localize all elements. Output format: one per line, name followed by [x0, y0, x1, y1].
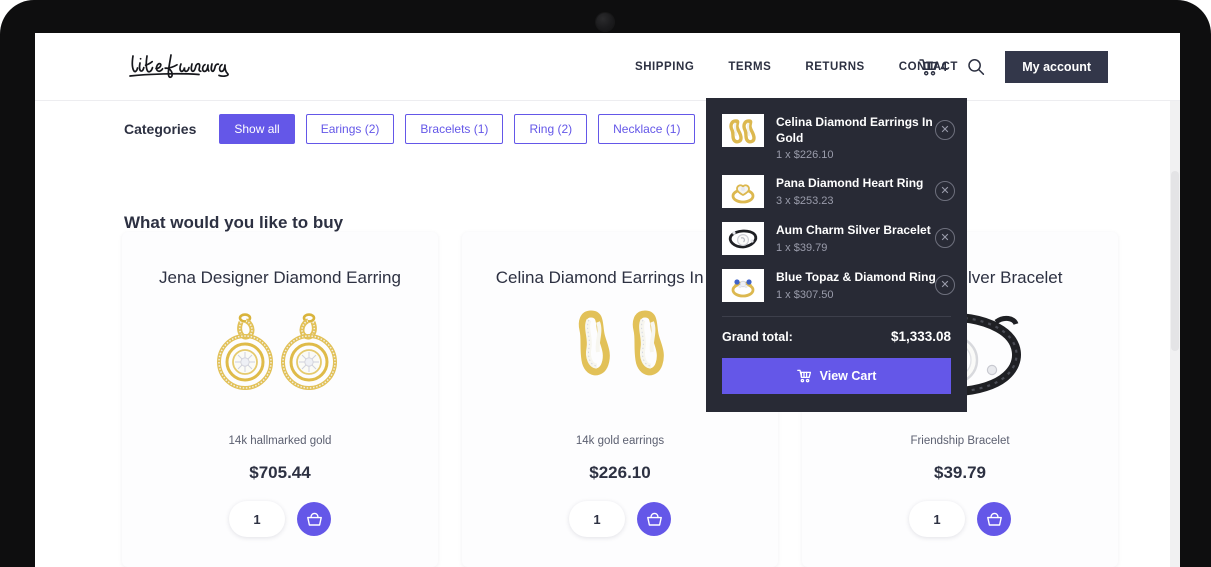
cart-total-label: Grand total:	[722, 329, 793, 344]
categories-label: Categories	[124, 121, 197, 137]
cart-line-item: Aum Charm Silver Bracelet 1 x $39.79 ✕	[722, 222, 955, 256]
product-controls	[229, 501, 331, 538]
black-cord-silver-charm-bracelet-icon	[728, 229, 758, 249]
product-grid: Jena Designer Diamond Earring 14k hallma…	[122, 232, 1118, 567]
cart-item-qty-price: 1 x $39.79	[776, 241, 828, 254]
cart-item-qty-price: 1 x $226.10	[776, 149, 834, 162]
category-chip-bracelets[interactable]: Bracelets (1)	[405, 114, 504, 144]
logo-script-mark	[129, 54, 229, 79]
cart-total-row: Grand total: $1,333.08	[722, 329, 951, 344]
cart-item-thumbnail	[722, 222, 764, 256]
product-subtitle: 14k gold earrings	[575, 435, 665, 448]
cart-item-remove-button[interactable]: ✕	[935, 228, 955, 249]
quantity-input[interactable]	[229, 501, 285, 538]
gold-diamond-circle-earrings-icon	[217, 313, 337, 391]
main-nav: SHIPPING TERMS RETURNS CONTACT	[635, 33, 958, 101]
cart-item-qty-price: 3 x $253.23	[776, 194, 834, 207]
category-chip-earings[interactable]: Earings (2)	[305, 114, 395, 144]
page-scrollbar-thumb[interactable]	[1171, 171, 1179, 351]
nav-item-shipping[interactable]: SHIPPING	[635, 61, 694, 73]
product-subtitle: Friendship Bracelet	[910, 435, 1010, 448]
cart-item-remove-button[interactable]: ✕	[935, 275, 955, 296]
nav-item-returns[interactable]: RETURNS	[805, 61, 864, 73]
cart-item-info: Celina Diamond Earrings In Gold 1 x $226…	[776, 114, 951, 161]
page-heading: What would you like to buy	[124, 213, 344, 232]
basket-icon	[986, 512, 1002, 526]
cart-item-thumbnail	[722, 269, 764, 303]
add-to-cart-button[interactable]	[637, 502, 671, 537]
blue-topaz-diamond-ring-icon	[731, 279, 755, 298]
cart-item-name: Celina Diamond Earrings In Gold	[776, 115, 933, 146]
cart-line-item: Celina Diamond Earrings In Gold 1 x $226…	[722, 114, 955, 161]
cart-toggle-button[interactable]: 4	[918, 58, 948, 76]
basket-icon	[646, 512, 662, 526]
product-image-jena-designer-diamond-earring	[205, 303, 355, 421]
cart-line-item: Pana Diamond Heart Ring 3 x $253.23 ✕	[722, 175, 955, 209]
my-account-button[interactable]: My account	[1005, 51, 1108, 83]
category-chip-show-all[interactable]: Show all	[219, 114, 295, 144]
cart-item-name: Pana Diamond Heart Ring	[776, 176, 924, 191]
cart-dropdown-panel: Celina Diamond Earrings In Gold 1 x $226…	[706, 98, 967, 413]
product-subtitle: 14k hallmarked gold	[228, 435, 332, 448]
categories-filter-bar: Categories Show all Earings (2) Bracelet…	[35, 102, 1180, 156]
product-controls	[569, 501, 671, 538]
shopping-cart-icon	[918, 59, 938, 76]
category-chip-necklace[interactable]: Necklace (1)	[598, 114, 696, 144]
quantity-input[interactable]	[569, 501, 625, 538]
page-scrollbar-track[interactable]	[1170, 101, 1180, 567]
cart-item-thumbnail	[722, 114, 764, 147]
cart-item-qty-price: 1 x $307.50	[776, 288, 834, 301]
cart-item-thumbnail	[722, 175, 764, 209]
cart-total-value: $1,333.08	[890, 329, 951, 345]
cart-line-item: Blue Topaz & Diamond Ring 1 x $307.50 ✕	[722, 269, 955, 303]
basket-icon	[306, 512, 322, 526]
category-chip-ring[interactable]: Ring (2)	[514, 114, 588, 144]
nav-item-terms[interactable]: TERMS	[728, 61, 771, 73]
camera-lens-icon	[596, 13, 614, 31]
search-button[interactable]	[967, 58, 985, 76]
cart-item-info: Blue Topaz & Diamond Ring 1 x $307.50	[776, 269, 951, 300]
quantity-input[interactable]	[909, 501, 965, 538]
cart-icon	[796, 370, 811, 383]
product-price: $705.44	[249, 463, 311, 483]
add-to-cart-button[interactable]	[977, 502, 1011, 537]
view-cart-label: View Cart	[819, 369, 877, 384]
product-controls	[909, 501, 1011, 538]
product-card[interactable]: Jena Designer Diamond Earring 14k hallma…	[122, 232, 438, 567]
gold-twist-diamond-earrings-icon	[729, 118, 756, 143]
cart-item-remove-button[interactable]: ✕	[935, 120, 955, 140]
cart-item-info: Aum Charm Silver Bracelet 1 x $39.79	[776, 222, 951, 253]
browser-viewport: SHIPPING TERMS RETURNS CONTACT 4 My acco…	[35, 33, 1180, 567]
cart-count-badge: 4	[940, 60, 948, 74]
product-price: $226.10	[589, 463, 651, 483]
view-cart-button[interactable]: View Cart	[722, 358, 951, 395]
cart-item-name: Aum Charm Silver Bracelet	[776, 223, 931, 238]
cart-item-name: Blue Topaz & Diamond Ring	[776, 270, 936, 285]
gold-heart-diamond-ring-icon	[731, 184, 755, 204]
gold-twist-diamond-earrings-icon	[578, 310, 664, 376]
header-actions: 4 My account	[918, 33, 1108, 101]
site-header: SHIPPING TERMS RETURNS CONTACT 4 My acco…	[35, 33, 1180, 101]
product-title: Jena Designer Diamond Earring	[159, 268, 401, 287]
search-icon	[968, 59, 985, 75]
product-image-celina-diamond-earrings-in-gold	[545, 303, 695, 421]
tablet-frame: SHIPPING TERMS RETURNS CONTACT 4 My acco…	[0, 0, 1211, 567]
cart-item-remove-button[interactable]: ✕	[935, 181, 955, 202]
product-price: $39.79	[934, 463, 986, 483]
add-to-cart-button[interactable]	[297, 502, 331, 537]
cart-item-info: Pana Diamond Heart Ring 3 x $253.23	[776, 175, 951, 206]
site-logo[interactable]	[127, 47, 247, 87]
cart-divider	[722, 316, 951, 318]
